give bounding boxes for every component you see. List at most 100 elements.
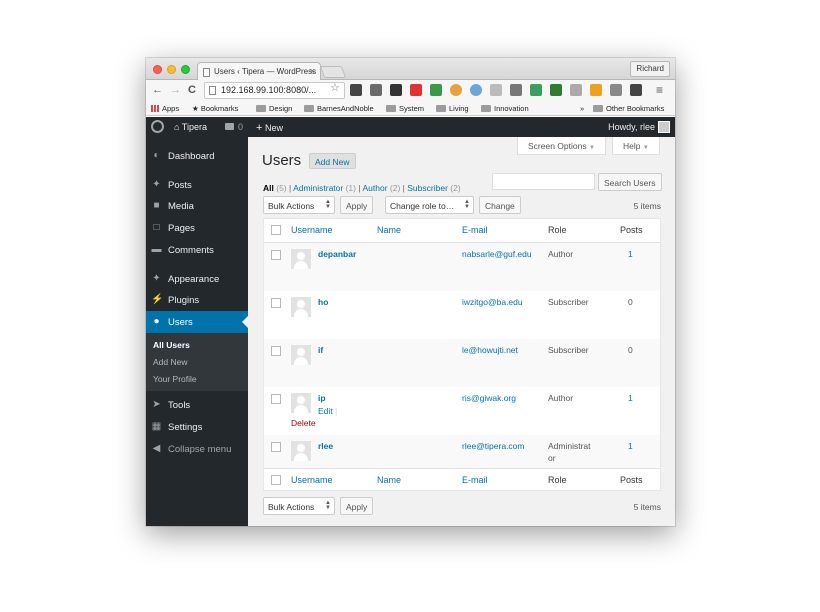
- bookmark-folder-barnesandnoble[interactable]: BarnesAndNoble: [304, 104, 374, 113]
- minimize-window-button[interactable]: [167, 65, 176, 74]
- posts-count-link[interactable]: 1: [628, 249, 633, 259]
- change-role-select[interactable]: Change role to… ▲ ▼: [385, 196, 474, 214]
- screen-options-button[interactable]: Screen Options ▼: [517, 137, 606, 155]
- extension-g-icon[interactable]: [350, 84, 362, 96]
- posts-count-link[interactable]: 1: [628, 441, 633, 451]
- my-account-link[interactable]: Howdy, rlee: [608, 121, 670, 133]
- menu-item-comments[interactable]: ▬ Comments: [146, 239, 248, 261]
- extension-icon[interactable]: [370, 84, 382, 96]
- wordpress-logo-icon[interactable]: [151, 120, 164, 133]
- bookmark-star-icon[interactable]: ☆: [330, 81, 340, 94]
- email-link[interactable]: ris@giwak.org: [462, 393, 516, 403]
- edit-user-link[interactable]: Edit: [318, 406, 333, 416]
- menu-item-tools[interactable]: ➤ Tools: [146, 394, 248, 416]
- close-tab-icon[interactable]: ×: [310, 66, 315, 76]
- apps-bookmark[interactable]: Apps: [151, 104, 179, 113]
- filter-subscriber[interactable]: Subscriber: [407, 183, 448, 193]
- menu-item-media[interactable]: ■ Media: [146, 195, 248, 217]
- menu-item-dashboard[interactable]: ◐ Dashboard: [146, 145, 248, 167]
- cookie-extension-icon[interactable]: [450, 84, 462, 96]
- username-link[interactable]: rlee: [318, 441, 333, 451]
- menu-item-plugins[interactable]: ⚡ Plugins: [146, 289, 248, 311]
- search-users-button[interactable]: Search Users: [598, 173, 662, 191]
- row-checkbox[interactable]: [271, 250, 281, 260]
- site-name-link[interactable]: ⌂ Tipera: [174, 122, 207, 132]
- posts-count-link[interactable]: 1: [628, 393, 633, 403]
- row-checkbox[interactable]: [271, 394, 281, 404]
- delete-user-link[interactable]: Delete: [291, 418, 316, 428]
- help-button[interactable]: Help ▼: [612, 137, 660, 155]
- column-username-footer[interactable]: Username: [291, 475, 333, 485]
- submenu-add-new[interactable]: Add New: [153, 357, 188, 367]
- menu-item-posts[interactable]: ✦ Posts: [146, 174, 248, 196]
- reload-button[interactable]: C: [188, 83, 196, 97]
- menu-item-appearance[interactable]: ✦ Appearance: [146, 268, 248, 290]
- comments-link[interactable]: 0: [225, 122, 243, 132]
- forward-button[interactable]: →: [170, 83, 181, 97]
- drive-extension-icon[interactable]: [430, 84, 442, 96]
- email-link[interactable]: rlee@tipera.com: [462, 441, 524, 451]
- email-link[interactable]: nabsarle@guf.edu: [462, 249, 532, 259]
- keep-extension-icon[interactable]: [590, 84, 602, 96]
- email-link[interactable]: iwzitgo@ba.edu: [462, 297, 523, 307]
- bookmark-folder-living[interactable]: Living: [436, 104, 469, 113]
- filter-administrator[interactable]: Administrator: [293, 183, 343, 193]
- browser-tab[interactable]: Users ‹ Tipera — WordPress ×: [197, 62, 321, 81]
- cloud-extension-icon[interactable]: [470, 84, 482, 96]
- username-link[interactable]: if: [318, 345, 323, 355]
- add-new-user-button[interactable]: Add New: [309, 153, 356, 169]
- email-link[interactable]: le@howujti.net: [462, 345, 518, 355]
- filter-all[interactable]: All: [263, 183, 274, 193]
- badge-11-extension-icon[interactable]: [550, 84, 562, 96]
- select-all-checkbox[interactable]: [271, 225, 281, 235]
- collapse-menu-button[interactable]: ◀ Collapse menu: [146, 438, 248, 460]
- brush-icon: ✦: [152, 273, 161, 284]
- bulk-actions-select[interactable]: Bulk Actions ▲ ▼: [263, 196, 335, 214]
- column-email-footer[interactable]: E-mail: [462, 475, 488, 485]
- address-bar[interactable]: 192.168.99.100:8080/...: [204, 82, 345, 99]
- select-all-checkbox-footer[interactable]: [271, 475, 281, 485]
- menu-icon[interactable]: ≡: [656, 83, 663, 97]
- bookmark-folder-innovation[interactable]: Innovation: [481, 104, 529, 113]
- row-checkbox[interactable]: [271, 298, 281, 308]
- column-name[interactable]: Name: [377, 225, 401, 235]
- column-email[interactable]: E-mail: [462, 225, 488, 235]
- other-bookmarks-folder[interactable]: Other Bookmarks: [593, 104, 664, 113]
- bulk-actions-select-bottom[interactable]: Bulk Actions ▲ ▼: [263, 497, 335, 515]
- new-tab-button[interactable]: [319, 66, 347, 78]
- profile-button[interactable]: Richard: [630, 61, 670, 77]
- menu-item-users[interactable]: ● Users: [146, 311, 248, 333]
- row-checkbox[interactable]: [271, 346, 281, 356]
- column-username[interactable]: Username: [291, 225, 333, 235]
- cast-icon[interactable]: [610, 84, 622, 96]
- username-link[interactable]: ho: [318, 297, 328, 307]
- row-checkbox[interactable]: [271, 442, 281, 452]
- leaf-extension-icon[interactable]: [490, 84, 502, 96]
- bookmark-folder-design[interactable]: Design: [256, 104, 292, 113]
- apply-button[interactable]: Apply: [340, 196, 374, 214]
- submenu-all-users[interactable]: All Users: [153, 340, 190, 350]
- bookmarks-link[interactable]: ★ Bookmarks: [192, 104, 238, 113]
- search-input[interactable]: [492, 173, 595, 190]
- close-window-button[interactable]: [153, 65, 162, 74]
- new-content-link[interactable]: + New: [256, 122, 283, 134]
- apply-button-bottom[interactable]: Apply: [340, 497, 374, 515]
- bookmarks-overflow-button[interactable]: »: [580, 104, 584, 113]
- submenu-your-profile[interactable]: Your Profile: [153, 374, 197, 384]
- change-role-button[interactable]: Change: [479, 196, 521, 214]
- checkmark-extension-icon[interactable]: [390, 84, 402, 96]
- maximize-window-button[interactable]: [181, 65, 190, 74]
- download-extension-icon[interactable]: [630, 84, 642, 96]
- back-button[interactable]: ←: [152, 83, 163, 97]
- bookmark-folder-system[interactable]: System: [386, 104, 424, 113]
- recycle-extension-icon[interactable]: [510, 84, 522, 96]
- new-badge-extension-icon[interactable]: [410, 84, 422, 96]
- username-link[interactable]: depanbar: [318, 249, 356, 259]
- menu-item-pages[interactable]: □ Pages: [146, 217, 248, 239]
- menu-item-settings[interactable]: ▦ Settings: [146, 416, 248, 438]
- flag-extension-icon[interactable]: [530, 84, 542, 96]
- column-name-footer[interactable]: Name: [377, 475, 401, 485]
- username-link[interactable]: ip: [318, 393, 326, 403]
- filter-author[interactable]: Author: [362, 183, 387, 193]
- puzzle-extension-icon[interactable]: [570, 84, 582, 96]
